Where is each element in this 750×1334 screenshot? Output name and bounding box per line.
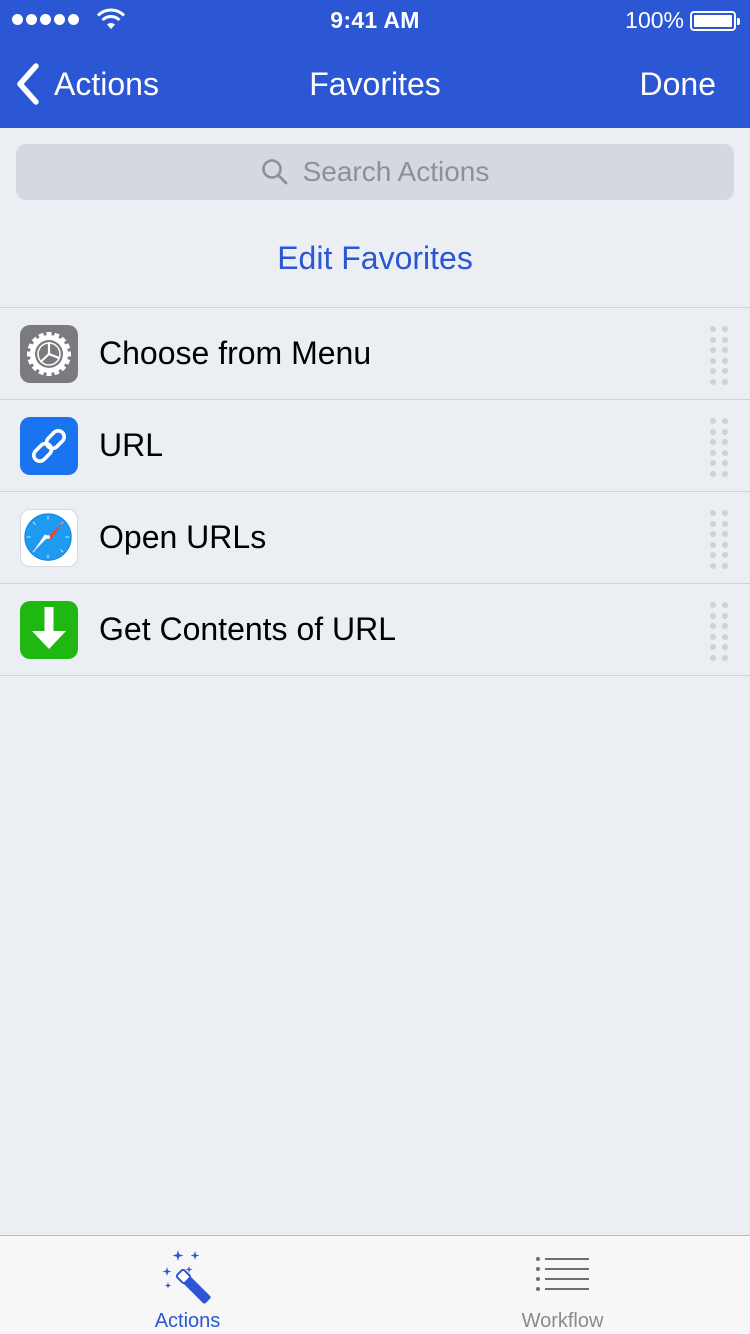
list-item[interactable]: URL: [0, 400, 750, 492]
tab-actions[interactable]: Actions: [0, 1236, 375, 1334]
magic-wand-icon: [162, 1250, 211, 1304]
back-label: Actions: [54, 65, 159, 102]
action-label: URL: [99, 427, 164, 463]
action-label: Open URLs: [99, 519, 267, 555]
search-placeholder: Search Actions: [302, 156, 490, 187]
list-item[interactable]: Get Contents of URL: [0, 584, 750, 676]
safari-compass-icon: [20, 509, 78, 567]
navigation-bar: Actions Favorites Done: [0, 40, 750, 128]
drag-handle-icon[interactable]: [710, 326, 730, 385]
status-bar: 9:41 AM 100%: [0, 0, 750, 40]
battery-percent: 100%: [625, 7, 684, 33]
download-arrow-icon: [20, 601, 78, 659]
header: 9:41 AM 100% Actions Favorites Done: [0, 0, 750, 128]
link-icon: [20, 417, 78, 475]
battery-icon: [690, 11, 740, 31]
back-button[interactable]: Actions: [14, 60, 159, 108]
search-input[interactable]: Search Actions: [16, 144, 734, 200]
action-label: Choose from Menu: [99, 335, 372, 371]
tab-label: Workflow: [521, 1310, 604, 1332]
chevron-left-icon: [17, 63, 39, 105]
tab-label: Actions: [154, 1310, 221, 1332]
drag-handle-icon[interactable]: [710, 418, 730, 477]
edit-favorites-button[interactable]: Edit Favorites: [0, 240, 750, 277]
drag-handle-icon[interactable]: [710, 510, 730, 569]
drag-handle-icon[interactable]: [710, 602, 730, 661]
list-item[interactable]: Choose from Menu: [0, 308, 750, 400]
gear-icon: [20, 325, 78, 383]
list-icon: [535, 1257, 589, 1291]
done-button[interactable]: Done: [640, 66, 717, 103]
tab-bar: Actions Workflow: [0, 1235, 750, 1334]
action-label: Get Contents of URL: [99, 611, 397, 647]
favorites-list: Choose from Menu URL Open URLs Get Conte…: [0, 307, 750, 676]
tab-workflow[interactable]: Workflow: [375, 1236, 750, 1334]
list-item[interactable]: Open URLs: [0, 492, 750, 584]
search-icon: [261, 159, 288, 185]
